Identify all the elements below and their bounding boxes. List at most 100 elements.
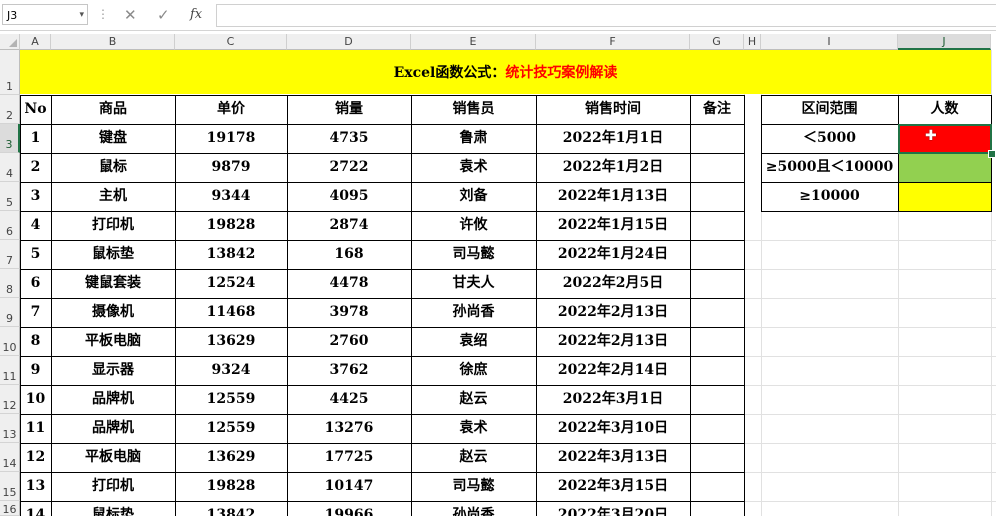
row-header-7[interactable]: 7 — [0, 240, 20, 269]
cell-quantity[interactable]: 19966 — [287, 501, 411, 516]
enter-icon[interactable]: ✓ — [157, 5, 170, 25]
column-header-g[interactable]: G — [690, 34, 744, 50]
cell-no[interactable]: 8 — [20, 327, 51, 356]
cell-no[interactable]: 1 — [20, 124, 51, 153]
cell-product[interactable]: 鼠标 — [51, 153, 175, 182]
cell-note[interactable] — [690, 327, 744, 356]
header-range[interactable]: 区间范围 — [761, 95, 898, 124]
cell-product[interactable]: 摄像机 — [51, 298, 175, 327]
formula-input[interactable] — [216, 4, 996, 27]
cell-no[interactable]: 4 — [20, 211, 51, 240]
column-header-a[interactable]: A — [20, 34, 51, 50]
cell-note[interactable] — [690, 385, 744, 414]
cell-count[interactable] — [898, 182, 991, 211]
cell-date[interactable]: 2022年3月20日 — [536, 501, 690, 516]
cell-price[interactable]: 9879 — [175, 153, 287, 182]
active-cell-selection[interactable] — [898, 124, 992, 154]
cell-salesperson[interactable]: 孙尚香 — [411, 298, 536, 327]
cell-count[interactable] — [898, 153, 991, 182]
cell-salesperson[interactable]: 司马懿 — [411, 240, 536, 269]
cell-price[interactable]: 9324 — [175, 356, 287, 385]
cell-salesperson[interactable]: 徐庶 — [411, 356, 536, 385]
row-header-9[interactable]: 9 — [0, 298, 20, 327]
row-header-11[interactable]: 11 — [0, 356, 20, 385]
cell-note[interactable] — [690, 298, 744, 327]
cell-product[interactable]: 打印机 — [51, 211, 175, 240]
cell-salesperson[interactable]: 赵云 — [411, 385, 536, 414]
cell-date[interactable]: 2022年3月1日 — [536, 385, 690, 414]
cell-product[interactable]: 鼠标垫 — [51, 240, 175, 269]
row-header-13[interactable]: 13 — [0, 414, 20, 443]
cell-range[interactable]: ＜5000 — [761, 124, 898, 153]
cell-product[interactable]: 键盘 — [51, 124, 175, 153]
row-header-1[interactable]: 1 — [0, 50, 20, 95]
cell-quantity[interactable]: 2874 — [287, 211, 411, 240]
row-header-15[interactable]: 15 — [0, 472, 20, 501]
cell-price[interactable]: 12559 — [175, 385, 287, 414]
cell-price[interactable]: 13842 — [175, 240, 287, 269]
cell-no[interactable]: 11 — [20, 414, 51, 443]
cell-salesperson[interactable]: 鲁肃 — [411, 124, 536, 153]
cell-product[interactable]: 品牌机 — [51, 414, 175, 443]
column-header-b[interactable]: B — [51, 34, 175, 50]
fill-handle[interactable] — [988, 150, 996, 158]
row-header-2[interactable]: 2 — [0, 95, 20, 124]
column-header-e[interactable]: E — [411, 34, 536, 50]
cell-no[interactable]: 6 — [20, 269, 51, 298]
cell-note[interactable] — [690, 211, 744, 240]
cell-product[interactable]: 鼠标垫 — [51, 501, 175, 516]
header-no[interactable]: No — [20, 95, 51, 124]
column-header-j[interactable]: J — [898, 34, 991, 50]
cell-product[interactable]: 平板电脑 — [51, 327, 175, 356]
row-header-16[interactable]: 16 — [0, 501, 20, 516]
cell-range[interactable]: ≥5000且＜10000 — [761, 153, 898, 182]
column-header-i[interactable]: I — [761, 34, 898, 50]
cell-salesperson[interactable]: 孙尚香 — [411, 501, 536, 516]
cell-date[interactable]: 2022年2月14日 — [536, 356, 690, 385]
cell-note[interactable] — [690, 414, 744, 443]
cell-date[interactable]: 2022年2月13日 — [536, 327, 690, 356]
row-header-12[interactable]: 12 — [0, 385, 20, 414]
header-count[interactable]: 人数 — [898, 95, 991, 124]
cell-no[interactable]: 10 — [20, 385, 51, 414]
cell-no[interactable]: 7 — [20, 298, 51, 327]
header-product[interactable]: 商品 — [51, 95, 175, 124]
cell-product[interactable]: 品牌机 — [51, 385, 175, 414]
cell-no[interactable]: 13 — [20, 472, 51, 501]
cell-price[interactable]: 11468 — [175, 298, 287, 327]
sheet-title[interactable]: Excel函数公式：统计技巧案例解读 — [20, 50, 991, 94]
cell-no[interactable]: 5 — [20, 240, 51, 269]
cell-price[interactable]: 13629 — [175, 327, 287, 356]
cell-date[interactable]: 2022年3月13日 — [536, 443, 690, 472]
row-header-10[interactable]: 10 — [0, 327, 20, 356]
cell-no[interactable]: 2 — [20, 153, 51, 182]
cancel-icon[interactable]: ✕ — [124, 5, 137, 25]
cell-price[interactable]: 9344 — [175, 182, 287, 211]
cell-product[interactable]: 键鼠套装 — [51, 269, 175, 298]
cell-note[interactable] — [690, 501, 744, 516]
cell-note[interactable] — [690, 472, 744, 501]
cell-price[interactable]: 19178 — [175, 124, 287, 153]
cell-date[interactable]: 2022年1月15日 — [536, 211, 690, 240]
cell-note[interactable] — [690, 153, 744, 182]
cell-salesperson[interactable]: 司马懿 — [411, 472, 536, 501]
sheet-grid[interactable]: Excel函数公式：统计技巧案例解读 No 商品 单价 销量 销售员 销售时间 备注 1 键盘 1… — [20, 50, 996, 516]
cell-price[interactable]: 19828 — [175, 472, 287, 501]
select-all-button[interactable] — [0, 34, 20, 50]
cell-quantity[interactable]: 2760 — [287, 327, 411, 356]
cell-date[interactable]: 2022年2月13日 — [536, 298, 690, 327]
cell-quantity[interactable]: 4425 — [287, 385, 411, 414]
cell-no[interactable]: 14 — [20, 501, 51, 516]
header-salesperson[interactable]: 销售员 — [411, 95, 536, 124]
cell-date[interactable]: 2022年1月24日 — [536, 240, 690, 269]
cell-quantity[interactable]: 13276 — [287, 414, 411, 443]
cell-price[interactable]: 12559 — [175, 414, 287, 443]
cell-price[interactable]: 13629 — [175, 443, 287, 472]
cell-quantity[interactable]: 3762 — [287, 356, 411, 385]
cell-quantity[interactable]: 4478 — [287, 269, 411, 298]
cell-date[interactable]: 2022年1月1日 — [536, 124, 690, 153]
cell-salesperson[interactable]: 甘夫人 — [411, 269, 536, 298]
cell-salesperson[interactable]: 赵云 — [411, 443, 536, 472]
cell-price[interactable]: 12524 — [175, 269, 287, 298]
row-header-8[interactable]: 8 — [0, 269, 20, 298]
